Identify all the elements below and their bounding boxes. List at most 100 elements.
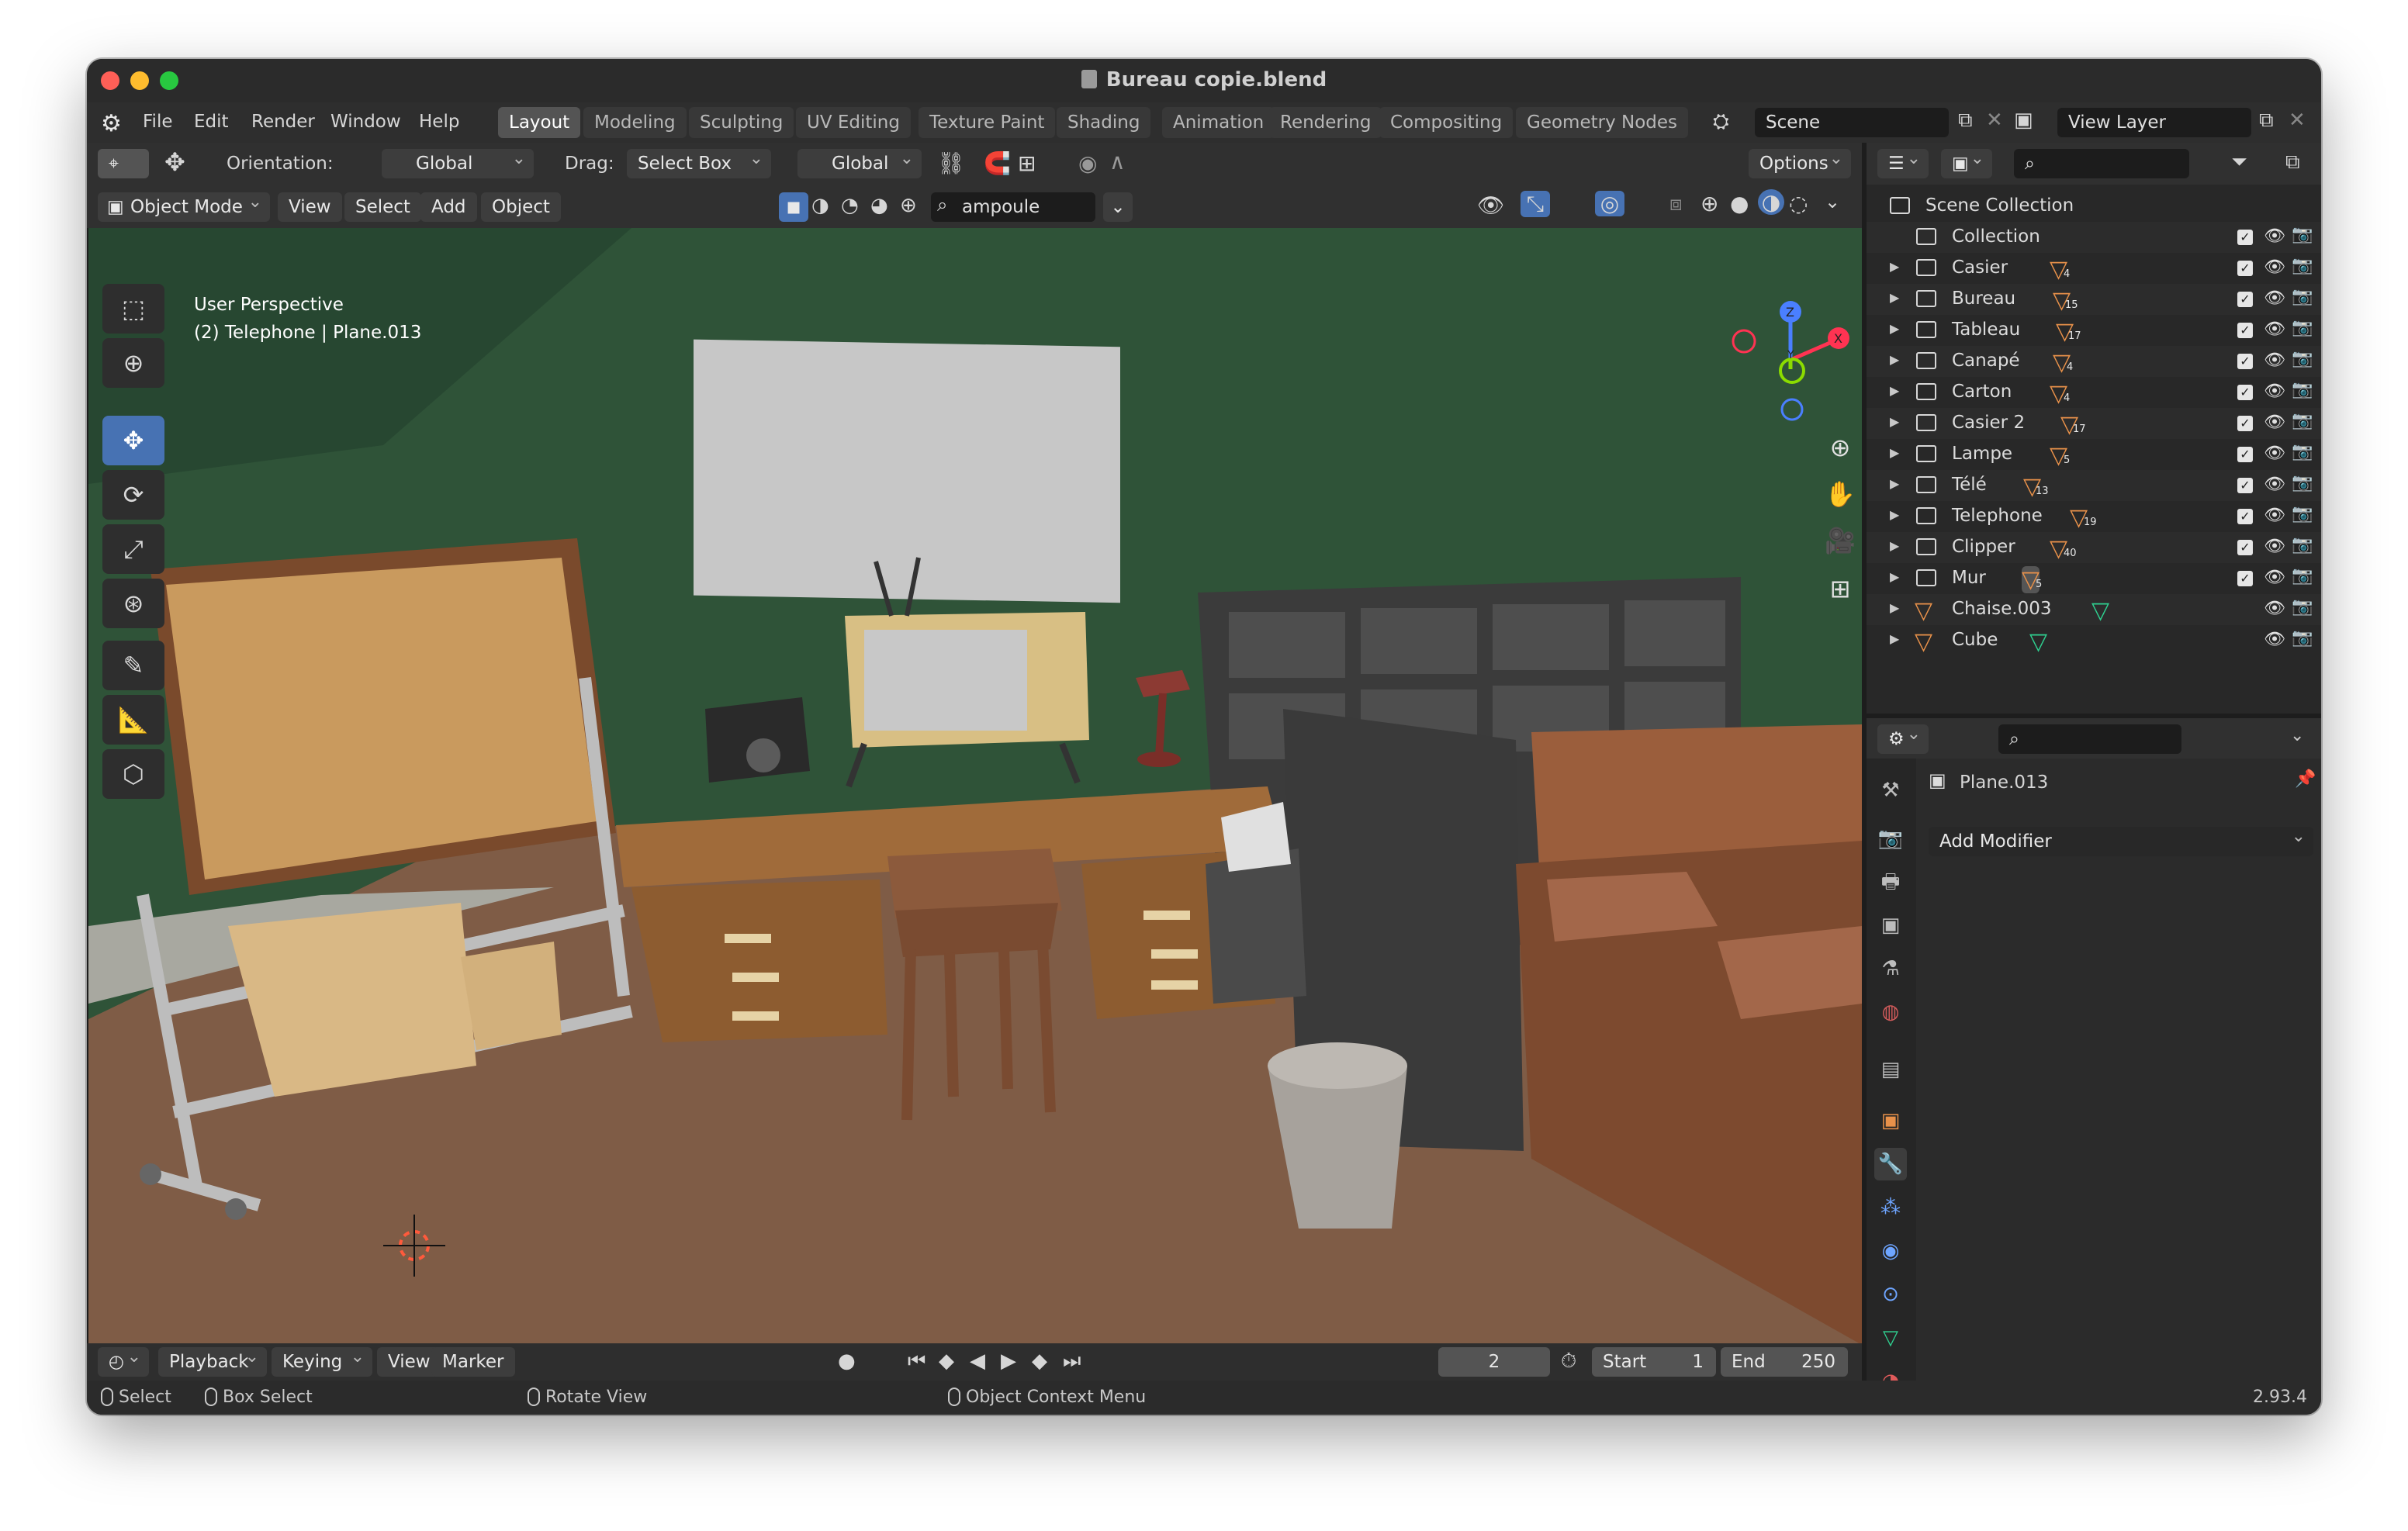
- snap-icon[interactable]: 🧲: [984, 150, 1011, 176]
- falloff-icon[interactable]: ∧: [1109, 149, 1126, 175]
- menu-render[interactable]: Render: [251, 112, 315, 132]
- render-camera-icon[interactable]: 📷: [2292, 287, 2313, 306]
- render-camera-icon[interactable]: 📷: [2292, 566, 2313, 586]
- output-tab-icon[interactable]: 🖶: [1874, 866, 1907, 898]
- jump-start-icon[interactable]: ⏮: [908, 1350, 925, 1374]
- render-tab-icon[interactable]: 📷: [1874, 822, 1907, 855]
- proportional-edit-icon[interactable]: ◉: [1078, 150, 1097, 176]
- camera-view-icon[interactable]: 🎥: [1823, 526, 1857, 555]
- menu-edit[interactable]: Edit: [194, 112, 229, 132]
- outliner-row-telephone[interactable]: ▶ Telephone ▽ 19 ✓ 👁 📷: [1867, 501, 2321, 532]
- outliner-row-bureau[interactable]: ▶ Bureau ▽ 15 ✓ 👁 📷: [1867, 284, 2321, 315]
- menu-file[interactable]: File: [143, 112, 173, 132]
- expand-arrow-icon[interactable]: ▶: [1890, 569, 1899, 584]
- render-camera-icon[interactable]: 📷: [2292, 411, 2313, 430]
- overlay-toggle-icon[interactable]: ◎: [1595, 191, 1624, 216]
- expand-arrow-icon[interactable]: ▶: [1890, 290, 1899, 305]
- select-box-tool[interactable]: ⬚: [102, 284, 164, 334]
- marker-menu[interactable]: Marker: [431, 1347, 515, 1377]
- render-camera-icon[interactable]: 📷: [2292, 318, 2313, 337]
- viewport-search-input[interactable]: ampoule: [931, 192, 1095, 222]
- exclude-checkbox[interactable]: ✓: [2237, 509, 2253, 524]
- constraints-tab-icon[interactable]: ⊙: [1874, 1278, 1907, 1311]
- new-scene-icon[interactable]: ⧉: [1958, 109, 1973, 133]
- expand-arrow-icon[interactable]: ▶: [1890, 259, 1899, 274]
- expand-arrow-icon[interactable]: ▶: [1890, 476, 1899, 491]
- jump-end-icon[interactable]: ⏭: [1063, 1350, 1081, 1374]
- tab-sculpting[interactable]: Sculpting: [689, 107, 794, 138]
- exclude-checkbox[interactable]: ✓: [2237, 230, 2253, 245]
- tab-uv-editing[interactable]: UV Editing: [796, 107, 911, 138]
- playback-menu[interactable]: Playback: [158, 1343, 267, 1377]
- drag-dropdown[interactable]: Select Box: [627, 144, 771, 178]
- scene-browse-icon[interactable]: ⛭: [1713, 110, 1729, 134]
- render-camera-icon[interactable]: 📷: [2292, 597, 2313, 617]
- outliner-row-collection[interactable]: Collection ✓ 👁 📷: [1867, 222, 2321, 253]
- outliner-row-canape[interactable]: ▶ Canapé ▽ 4 ✓ 👁 📷: [1867, 346, 2321, 377]
- menu-window[interactable]: Window: [330, 112, 401, 132]
- scene-tab-icon[interactable]: ⚗: [1874, 952, 1907, 985]
- tool-tab-icon[interactable]: ⚒: [1874, 774, 1907, 807]
- expand-arrow-icon[interactable]: ▶: [1890, 383, 1899, 398]
- select-mode-intersect-icon[interactable]: ⊕: [900, 194, 917, 217]
- particles-tab-icon[interactable]: ⁂: [1874, 1191, 1907, 1224]
- select-mode-subtract-icon[interactable]: ◔: [841, 194, 859, 217]
- properties-editor-type-button[interactable]: ⚙: [1877, 720, 1929, 754]
- select-mode-extend-icon[interactable]: ◑: [811, 194, 829, 217]
- object-menu[interactable]: Object: [481, 192, 561, 222]
- move-tool[interactable]: ✥: [102, 416, 164, 465]
- world-tab-icon[interactable]: ◍: [1874, 996, 1907, 1028]
- keying-menu[interactable]: Keying: [272, 1343, 372, 1377]
- filter-icon[interactable]: ⏷: [2231, 150, 2247, 175]
- mode-dropdown[interactable]: Object Mode ▣: [98, 188, 270, 222]
- current-frame-field[interactable]: 2: [1438, 1347, 1550, 1377]
- outliner-row-lampe[interactable]: ▶ Lampe ▽ 5 ✓ 👁 📷: [1867, 439, 2321, 470]
- hide-eye-icon[interactable]: 👁: [2264, 289, 2285, 308]
- hide-eye-icon[interactable]: 👁: [2264, 351, 2285, 370]
- shading-options-icon[interactable]: ⌄: [1825, 191, 1840, 213]
- exclude-checkbox[interactable]: ✓: [2237, 292, 2253, 307]
- hide-eye-icon[interactable]: 👁: [2264, 226, 2285, 246]
- render-camera-icon[interactable]: 📷: [2292, 628, 2313, 648]
- select-mode-invert-icon[interactable]: ◕: [870, 194, 888, 217]
- render-camera-icon[interactable]: 📷: [2292, 380, 2313, 399]
- modifier-tab-icon[interactable]: 🔧: [1874, 1148, 1907, 1180]
- outliner-row-casier[interactable]: ▶ Casier ▽ 4 ✓ 👁 📷: [1867, 253, 2321, 284]
- exclude-checkbox[interactable]: ✓: [2237, 478, 2253, 493]
- add-modifier-dropdown[interactable]: Add Modifier: [1929, 822, 2313, 856]
- outliner-display-mode-button[interactable]: ▣: [1941, 144, 1992, 178]
- tab-texture-paint[interactable]: Texture Paint: [919, 107, 1056, 138]
- blender-logo-icon[interactable]: ⚙: [101, 110, 122, 137]
- hide-eye-icon[interactable]: 👁: [2264, 475, 2285, 494]
- perspective-toggle-icon[interactable]: ⊞: [1823, 574, 1857, 603]
- collection-tab-icon[interactable]: ▤: [1874, 1053, 1907, 1086]
- render-camera-icon[interactable]: 📷: [2292, 473, 2313, 492]
- solid-shading-icon[interactable]: ●: [1730, 191, 1749, 216]
- annotate-tool[interactable]: ✎: [102, 641, 164, 690]
- properties-search-input[interactable]: ⌕: [1998, 724, 2181, 754]
- view-layer-browse-icon[interactable]: ▣: [2014, 109, 2033, 132]
- snap-target-icon[interactable]: ⊞: [1018, 150, 1036, 176]
- exclude-checkbox[interactable]: ✓: [2237, 447, 2253, 462]
- view-layer-tab-icon[interactable]: ▣: [1874, 909, 1907, 942]
- tab-modeling[interactable]: Modeling: [583, 107, 687, 138]
- tab-layout[interactable]: Layout: [498, 107, 581, 138]
- hide-eye-icon[interactable]: 👁: [2264, 506, 2285, 525]
- outliner-row-chaise-003[interactable]: ▶ ▽ Chaise.003 ▽ 👁 📷: [1867, 594, 2321, 625]
- next-keyframe-icon[interactable]: ◆: [1032, 1350, 1047, 1373]
- add-cube-tool[interactable]: ⬡: [102, 749, 164, 799]
- expand-arrow-icon[interactable]: ▶: [1890, 507, 1899, 522]
- render-camera-icon[interactable]: 📷: [2292, 504, 2313, 524]
- pivot-point-icon[interactable]: ⛓: [937, 150, 965, 176]
- render-camera-icon[interactable]: 📷: [2292, 349, 2313, 368]
- transform-orientation-dropdown[interactable]: Global: [797, 144, 922, 178]
- hide-eye-icon[interactable]: 👁: [2264, 444, 2285, 463]
- expand-arrow-icon[interactable]: ▶: [1890, 538, 1899, 553]
- options-dropdown[interactable]: Options: [1749, 144, 1851, 178]
- timeline-editor-type-button[interactable]: ◴: [98, 1343, 149, 1377]
- delete-scene-icon[interactable]: ✕: [1986, 109, 2003, 132]
- visibility-icon[interactable]: 👁: [1477, 192, 1505, 218]
- exclude-checkbox[interactable]: ✓: [2237, 261, 2253, 276]
- play-reverse-icon[interactable]: ◀: [970, 1350, 985, 1373]
- delete-view-layer-icon[interactable]: ✕: [2289, 109, 2306, 132]
